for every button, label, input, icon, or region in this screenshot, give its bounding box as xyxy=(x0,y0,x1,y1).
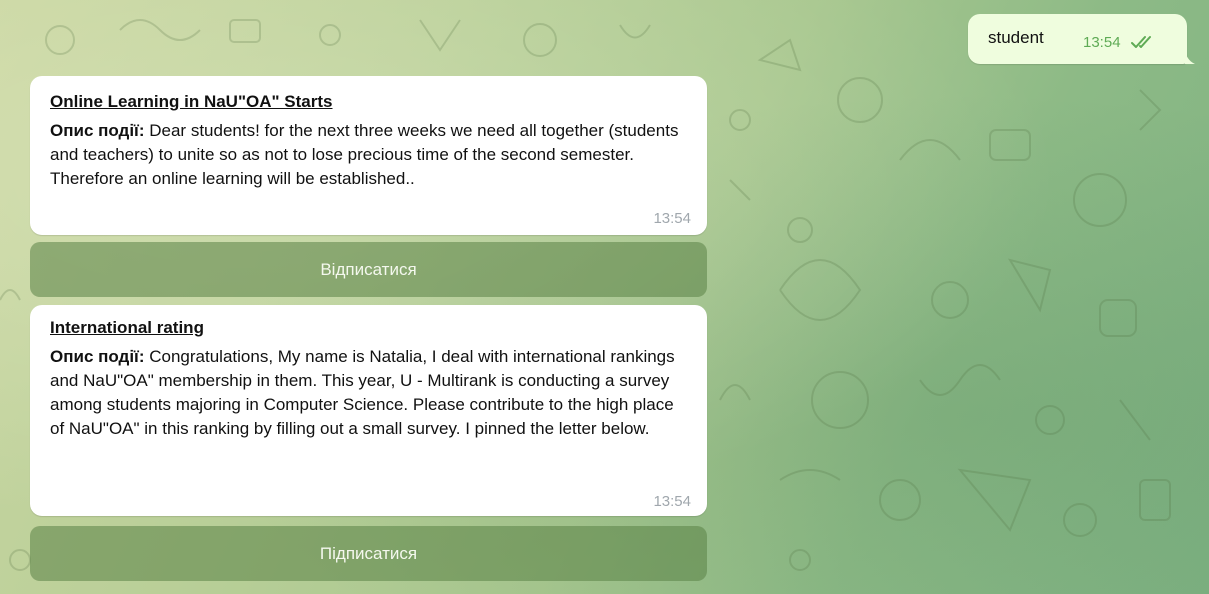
message-text: Dear students! for the next three weeks … xyxy=(50,121,679,188)
message-label: Опис події: xyxy=(50,347,145,366)
message-body: Опис події: Congratulations, My name is … xyxy=(50,345,690,441)
outgoing-message-time: 13:54 xyxy=(1083,34,1121,51)
message-label: Опис події: xyxy=(50,121,145,140)
double-check-icon xyxy=(1131,36,1151,48)
subscribe-button[interactable]: Підписатися xyxy=(30,526,707,581)
incoming-message: Online Learning in NaU"OA" Starts Опис п… xyxy=(30,76,707,235)
message-time: 13:54 xyxy=(653,210,691,227)
message-body: Опис події: Dear students! for the next … xyxy=(50,119,690,191)
incoming-message: International rating Опис події: Congrat… xyxy=(30,305,707,516)
bubble-tail xyxy=(1185,52,1195,64)
message-title: Online Learning in NaU"OA" Starts xyxy=(50,92,333,111)
message-time: 13:54 xyxy=(653,493,691,510)
unsubscribe-button[interactable]: Відписатися xyxy=(30,242,707,297)
outgoing-message: student 13:54 xyxy=(968,14,1195,64)
message-title: International rating xyxy=(50,318,204,337)
outgoing-message-text: student xyxy=(988,28,1044,47)
